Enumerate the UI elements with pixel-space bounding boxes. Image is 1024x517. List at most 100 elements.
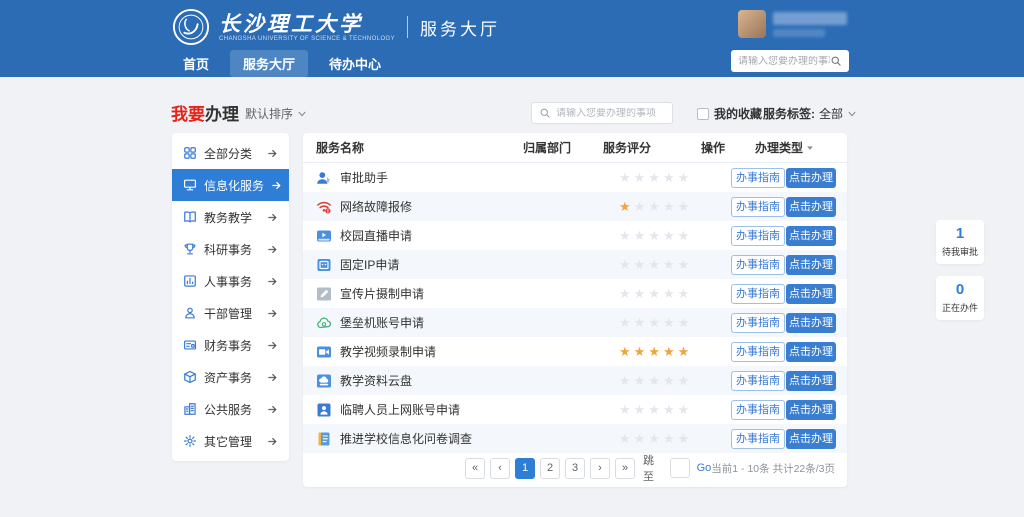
star-icon: ★	[634, 373, 646, 388]
sidebar-item-label: 教务教学	[204, 209, 252, 226]
guide-button[interactable]: 办事指南	[731, 342, 785, 362]
header-search	[731, 50, 849, 72]
star-icon: ★	[678, 228, 690, 243]
page-button-2[interactable]: 2	[540, 458, 560, 479]
apply-button[interactable]: 点击办理	[786, 226, 836, 246]
sidebar-item-asset-affairs[interactable]: 资产事务	[172, 361, 289, 393]
portal-title: 服务大厅	[420, 15, 500, 40]
guide-button[interactable]: 办事指南	[731, 313, 785, 333]
apply-button[interactable]: 点击办理	[786, 255, 836, 275]
page-button-3[interactable]: 3	[565, 458, 585, 479]
star-icon: ★	[634, 228, 646, 243]
header-search-input[interactable]	[738, 56, 830, 67]
star-icon: ★	[678, 402, 690, 417]
star-icon: ★	[634, 431, 646, 446]
sidebar-item-label: 科研事务	[204, 241, 252, 258]
column-type-dropdown[interactable]: 办理类型	[745, 139, 837, 156]
jump-page-input[interactable]	[670, 458, 690, 478]
star-icon: ★	[678, 315, 690, 330]
table-row-campus-live-apply: 校园直播申请 ★★★★★ 办事指南 点击办理	[303, 221, 847, 250]
sidebar-item-research-affairs[interactable]: 科研事务	[172, 233, 289, 265]
guide-button[interactable]: 办事指南	[731, 255, 785, 275]
ip-icon	[316, 257, 332, 273]
apply-button[interactable]: 点击办理	[786, 400, 836, 420]
table-row-informatization-survey: 推进学校信息化问卷调查 ★★★★★ 办事指南 点击办理	[303, 424, 847, 453]
star-icon: ★	[678, 199, 690, 214]
column-service-name: 服务名称	[313, 139, 523, 156]
guide-button[interactable]: 办事指南	[731, 168, 785, 188]
stat-value: 1	[936, 225, 984, 242]
apply-button[interactable]: 点击办理	[786, 313, 836, 333]
sidebar-item-all-categories[interactable]: 全部分类	[172, 137, 289, 169]
tag-label: 服务标签:	[763, 105, 815, 122]
stat-in-progress[interactable]: 0 正在办件	[936, 276, 984, 320]
last-page-button[interactable]: »	[615, 458, 635, 479]
page-buttons: 123	[515, 458, 590, 479]
university-name-block: 长沙理工大学 CHANGSHA UNIVERSITY OF SCIENCE & …	[219, 12, 395, 42]
arrow-right-icon	[271, 180, 282, 191]
nav-tab-home[interactable]: 首页	[170, 50, 222, 77]
sidebar-item-label: 干部管理	[204, 305, 252, 322]
avatar[interactable]	[738, 10, 766, 38]
sort-dropdown[interactable]: 默认排序	[245, 105, 307, 122]
apply-button[interactable]: 点击办理	[786, 342, 836, 362]
page-button-1[interactable]: 1	[515, 458, 535, 479]
trophy-icon	[183, 242, 197, 256]
sidebar-item-label: 公共服务	[204, 401, 252, 418]
favorites-filter[interactable]: 我的收藏	[697, 105, 762, 122]
star-icon: ★	[619, 431, 631, 446]
prev-page-button[interactable]: ‹	[490, 458, 510, 479]
service-name: 审批助手	[340, 169, 388, 186]
star-icon: ★	[619, 344, 631, 359]
apply-button[interactable]: 点击办理	[786, 371, 836, 391]
sidebar-item-hr-affairs[interactable]: 人事事务	[172, 265, 289, 297]
sidebar-item-academic-teaching[interactable]: 教务教学	[172, 201, 289, 233]
apply-button[interactable]: 点击办理	[786, 197, 836, 217]
guide-button[interactable]: 办事指南	[731, 429, 785, 449]
sidebar-item-label: 信息化服务	[204, 177, 264, 194]
guide-button[interactable]: 办事指南	[731, 226, 785, 246]
guide-button[interactable]: 办事指南	[731, 400, 785, 420]
arrow-right-icon	[267, 308, 278, 319]
favorites-checkbox[interactable]	[697, 108, 709, 120]
next-page-button[interactable]: ›	[590, 458, 610, 479]
star-icon: ★	[648, 286, 660, 301]
service-search-input[interactable]	[556, 108, 665, 119]
user-account[interactable]	[738, 10, 847, 38]
tag-value: 全部	[819, 105, 843, 122]
nav-tab-service-hall[interactable]: 服务大厅	[230, 50, 308, 77]
star-icon: ★	[663, 402, 675, 417]
guide-button[interactable]: 办事指南	[731, 197, 785, 217]
go-button[interactable]: Go	[697, 462, 712, 474]
service-rating: ★★★★★	[597, 315, 693, 331]
column-rating: 服务评分	[597, 139, 693, 156]
star-icon: ★	[619, 286, 631, 301]
arrow-right-icon	[267, 276, 278, 287]
star-icon: ★	[634, 315, 646, 330]
search-icon	[539, 107, 551, 119]
sidebar-item-cadre-management[interactable]: 干部管理	[172, 297, 289, 329]
apply-button[interactable]: 点击办理	[786, 284, 836, 304]
stat-pending-approval[interactable]: 1 待我审批	[936, 220, 984, 264]
guide-button[interactable]: 办事指南	[731, 371, 785, 391]
pagination-summary: 当前1 - 10条 共计22条/3页	[711, 461, 835, 476]
sidebar-item-other-management[interactable]: 其它管理	[172, 425, 289, 457]
star-icon: ★	[648, 257, 660, 272]
sidebar-item-it-services[interactable]: 信息化服务	[172, 169, 289, 201]
nav-tab-todo-center[interactable]: 待办中心	[316, 50, 394, 77]
apply-button[interactable]: 点击办理	[786, 168, 836, 188]
star-icon: ★	[619, 373, 631, 388]
first-page-button[interactable]: «	[465, 458, 485, 479]
star-icon: ★	[648, 344, 660, 359]
apply-button[interactable]: 点击办理	[786, 429, 836, 449]
sidebar-item-finance-affairs[interactable]: 财务事务	[172, 329, 289, 361]
chevron-down-icon	[847, 109, 857, 119]
arrow-right-icon	[267, 244, 278, 255]
sidebar-item-public-services[interactable]: 公共服务	[172, 393, 289, 425]
sidebar-item-label: 人事事务	[204, 273, 252, 290]
sort-label: 默认排序	[245, 105, 293, 122]
guide-button[interactable]: 办事指南	[731, 284, 785, 304]
service-tag-filter[interactable]: 服务标签: 全部	[763, 105, 857, 122]
table-row-temp-staff-net-account: 临聘人员上网账号申请 ★★★★★ 办事指南 点击办理	[303, 395, 847, 424]
id-card-icon	[316, 402, 332, 418]
